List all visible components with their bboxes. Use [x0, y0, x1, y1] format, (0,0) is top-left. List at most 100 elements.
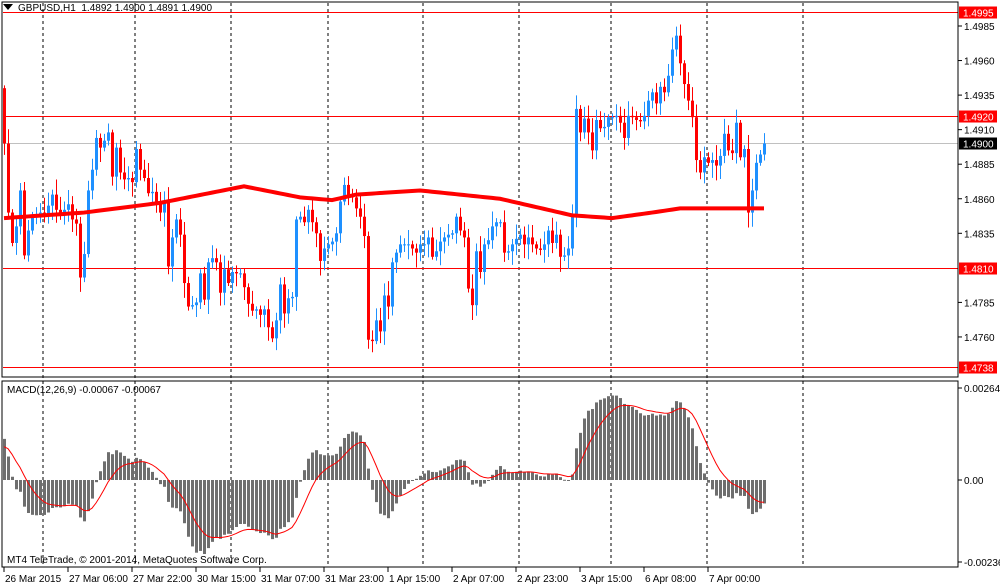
candle-body	[503, 222, 506, 253]
candle-body	[295, 219, 298, 297]
candle-body	[667, 75, 670, 93]
macd-bar	[551, 474, 554, 480]
candle	[527, 224, 530, 260]
symbol-label: GBPUSD,H1	[18, 3, 76, 14]
candle	[691, 87, 694, 128]
candle	[427, 230, 430, 258]
candle	[183, 222, 186, 298]
candle	[599, 111, 602, 132]
candle	[387, 281, 390, 320]
candle-body	[31, 216, 34, 231]
price-tick-label: 1.4935	[964, 91, 995, 102]
macd-bar	[759, 480, 762, 509]
chart-canvas[interactable]: 1.4985 1.4960 1.4935 1.4910 1.4885 1.4860 1.48…	[0, 0, 1000, 587]
level-label: 1.4995	[963, 9, 994, 20]
price-tick-label: 1.4910	[964, 126, 995, 137]
candle	[11, 209, 14, 247]
macd-bar	[51, 480, 54, 509]
candle-body	[339, 201, 342, 234]
candle-body	[475, 251, 478, 306]
candle	[163, 191, 166, 227]
candle	[131, 171, 134, 197]
macd-bar	[691, 428, 694, 480]
candle	[439, 227, 442, 266]
candle	[591, 118, 594, 160]
macd-bar	[651, 413, 654, 480]
macd-bar	[31, 480, 34, 515]
candle	[635, 111, 638, 131]
candle	[263, 305, 266, 328]
candle	[311, 198, 314, 232]
candle	[431, 227, 434, 260]
candle-body	[147, 178, 150, 194]
candle-body	[547, 230, 550, 245]
candle	[155, 183, 158, 213]
candle-body	[419, 244, 422, 253]
candle-body	[211, 258, 214, 263]
candle-body	[755, 162, 758, 191]
macd-bar	[307, 458, 310, 480]
candle-body	[499, 222, 502, 224]
candle	[383, 283, 386, 345]
macd-bar	[451, 464, 454, 480]
candle-body	[627, 115, 630, 138]
candle	[619, 106, 622, 133]
candle-body	[315, 222, 318, 234]
candle-body	[739, 122, 742, 158]
candle	[455, 213, 458, 244]
candle	[567, 236, 570, 269]
candle	[115, 142, 118, 191]
candle	[407, 229, 410, 260]
candle	[275, 312, 278, 351]
candle-body	[603, 126, 606, 129]
candle	[643, 101, 646, 130]
candle	[151, 177, 154, 203]
macd-name: MACD(12,26,9)	[7, 385, 77, 396]
macd-bar	[663, 415, 666, 480]
candle	[555, 221, 558, 249]
macd-bar	[711, 480, 714, 490]
candle-body	[143, 169, 146, 179]
candle-body	[535, 244, 538, 249]
macd-bar	[131, 461, 134, 480]
macd-bar	[503, 469, 506, 480]
candle-body	[19, 190, 22, 227]
candle	[523, 226, 526, 259]
candle	[547, 225, 550, 258]
macd-bar	[55, 480, 58, 508]
candle	[615, 104, 618, 131]
macd-bar	[79, 480, 82, 518]
candle-body	[427, 237, 430, 245]
moving-average-line	[3, 184, 764, 221]
candle	[647, 91, 650, 127]
candle-body	[375, 320, 378, 342]
candle	[363, 203, 366, 249]
candle	[267, 299, 270, 341]
macd-bar	[755, 480, 758, 513]
time-tick-label: 26 Mar 2015	[5, 574, 62, 585]
candle	[307, 205, 310, 234]
candle-body	[723, 133, 726, 156]
candle	[7, 129, 10, 218]
candle-body	[235, 271, 238, 274]
candle	[715, 145, 718, 181]
macd-bar	[163, 480, 166, 487]
triangle-down-icon[interactable]	[3, 4, 13, 10]
candle-body	[447, 234, 450, 238]
candle	[215, 248, 218, 271]
candle	[755, 154, 758, 200]
candle-body	[159, 204, 162, 213]
candle	[631, 106, 634, 125]
macd-bar	[695, 446, 698, 480]
candle	[103, 133, 106, 152]
candle	[127, 166, 130, 192]
candle-body	[531, 237, 534, 245]
macd-bar	[47, 480, 50, 513]
macd-bar	[199, 480, 202, 551]
candle	[655, 83, 658, 115]
macd-bar	[639, 413, 642, 480]
candle	[23, 182, 26, 260]
macd-bar	[203, 480, 206, 555]
macd-bar	[379, 480, 382, 514]
candle	[251, 290, 254, 316]
